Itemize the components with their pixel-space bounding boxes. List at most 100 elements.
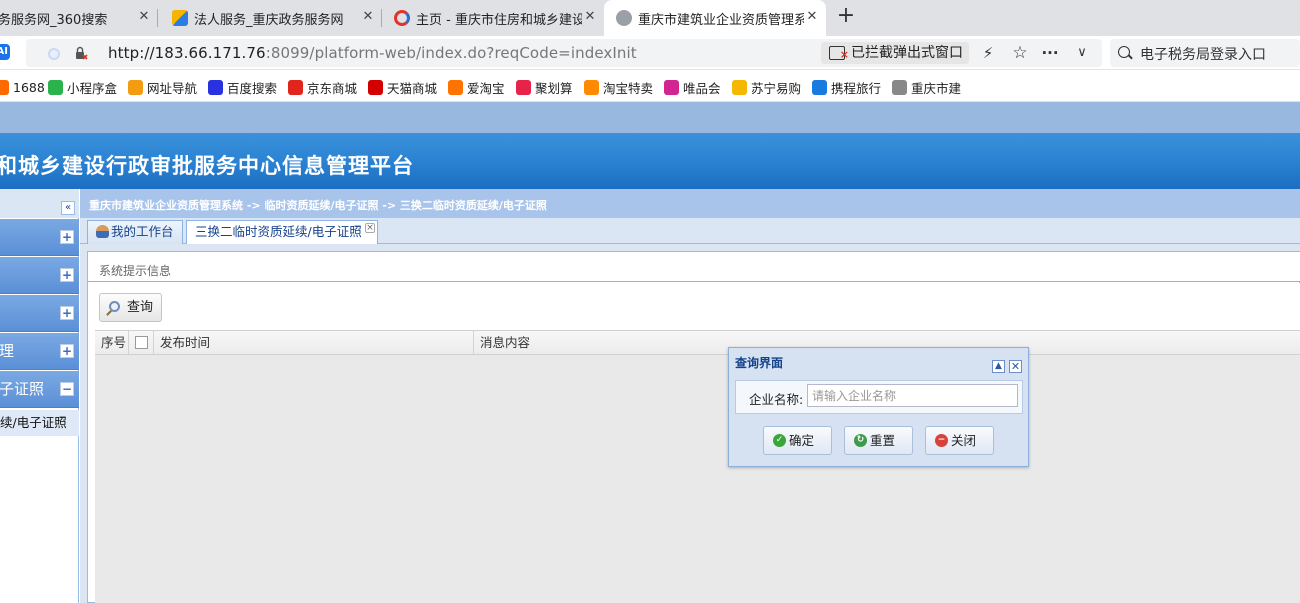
bookmark-label: 京东商城	[307, 80, 358, 96]
column-header-checkbox[interactable]	[129, 331, 154, 354]
tab-close-icon[interactable]: ✕	[360, 9, 376, 25]
system-message-panel: 系统提示信息 查询 序号 发布时间 消息内容	[87, 251, 1300, 603]
collapse-icon[interactable]: «	[61, 201, 75, 215]
tab-close-icon[interactable]: ✕	[582, 9, 598, 25]
bookmark-label: 网址导航	[147, 80, 198, 96]
bookmark-item[interactable]: 网址导航	[128, 78, 197, 96]
browser-tab-legal-service[interactable]: 法人服务_重庆政务服务网 ✕	[160, 0, 382, 36]
suning-icon	[732, 79, 747, 95]
tab-close-icon[interactable]: ✕	[804, 9, 820, 25]
more-icon[interactable]: ···	[1038, 42, 1062, 64]
collapse-section-icon[interactable]: −	[60, 382, 74, 396]
close-icon: −	[935, 434, 948, 447]
ctrip-icon	[812, 79, 827, 95]
nav-item-3[interactable]: +	[0, 295, 79, 332]
browser-tab-qualification-system[interactable]: 重庆市建筑业企业资质管理系 ✕	[604, 0, 826, 36]
content-tab-strip: 我的工作台 三换二临时资质延续/电子证照 ×	[80, 218, 1300, 245]
new-tab-button[interactable]: +	[835, 4, 857, 30]
tab-label: 我的工作台	[111, 224, 174, 239]
bookmark-label: 1688	[13, 79, 45, 95]
gov-service-icon	[172, 10, 188, 26]
site-info-icon[interactable]	[48, 48, 60, 60]
tab-my-workbench[interactable]: 我的工作台	[87, 220, 183, 244]
lightning-icon[interactable]: ⚡	[976, 42, 1000, 64]
chevron-down-icon[interactable]: ∨	[1070, 42, 1094, 64]
bookmark-item[interactable]: 淘宝特卖	[584, 78, 653, 96]
popup-blocked-label: 已拦截弹出式窗口	[851, 45, 963, 61]
ai-logo-icon[interactable]: AI	[0, 44, 10, 60]
bookmark-item[interactable]: 爱淘宝	[448, 78, 505, 96]
tab-title: 重庆市建筑业企业资质管理系	[638, 12, 808, 28]
globe-icon	[616, 10, 632, 26]
bookmarks-bar: 1688 小程序盒 网址导航 百度搜索 京东商城 天猫商城 爱淘宝 聚划算 淘宝特卖 唯品会 苏宁易…	[0, 71, 1300, 102]
bookmark-item[interactable]: 苏宁易购	[732, 78, 801, 96]
grid-body	[95, 355, 1300, 603]
column-header-index[interactable]: 序号	[95, 331, 129, 354]
bookmark-item[interactable]: 唯品会	[664, 78, 721, 96]
company-name-input[interactable]	[807, 384, 1018, 407]
popup-blocked-icon	[829, 44, 849, 66]
bookmark-item[interactable]: 1688	[0, 78, 45, 96]
confirm-button[interactable]: ✓ 确定	[763, 426, 832, 455]
close-icon[interactable]: ✕	[1009, 360, 1022, 373]
bookmark-label: 小程序盒	[67, 80, 118, 96]
close-button[interactable]: − 关闭	[925, 426, 994, 455]
check-icon: ✓	[773, 434, 786, 447]
nav-item-2[interactable]: +	[0, 257, 79, 294]
reset-button[interactable]: ↻ 重置	[844, 426, 913, 455]
expand-icon[interactable]: +	[60, 306, 74, 320]
column-header-publish-time[interactable]: 发布时间	[154, 331, 474, 354]
nav-item-5[interactable]: 子证照 −	[0, 371, 79, 408]
expand-icon[interactable]: +	[60, 268, 74, 282]
bookmark-item[interactable]: 携程旅行	[812, 78, 881, 96]
tab-separator	[157, 9, 158, 27]
tab-title: 主页 - 重庆市住房和城乡建设	[416, 12, 585, 28]
tab-label: 三换二临时资质延续/电子证照	[195, 224, 362, 239]
bookmark-label: 唯品会	[683, 80, 721, 96]
grid-toolbar: 查询	[88, 283, 1300, 330]
select-all-checkbox[interactable]	[135, 336, 148, 349]
expand-icon[interactable]: +	[60, 344, 74, 358]
browser-tab-360-search[interactable]: 务服务网_360搜索 ✕	[0, 0, 158, 36]
close-label: 关闭	[951, 433, 977, 448]
breadcrumb: 重庆市建筑业企业资质管理系统 -> 临时资质延续/电子证照 -> 三换二临时资质…	[89, 199, 547, 212]
bookmark-item[interactable]: 京东商城	[288, 78, 357, 96]
search-box[interactable]: 电子税务局登录入口	[1110, 39, 1300, 67]
url-box[interactable]: http://183.66.171.76:8099/platform-web/i…	[26, 39, 1102, 67]
bookmark-item[interactable]: 聚划算	[516, 78, 573, 96]
bookmark-label: 苏宁易购	[751, 80, 802, 96]
collapse-up-icon[interactable]: ▲	[992, 360, 1005, 373]
search-text: 电子税务局登录入口	[1140, 47, 1266, 63]
nav-item-1[interactable]: +	[0, 219, 79, 256]
bookmark-item[interactable]: 天猫商城	[368, 78, 437, 96]
bookmark-label: 聚划算	[535, 80, 573, 96]
content-area: 系统提示信息 查询 序号 发布时间 消息内容	[80, 244, 1300, 603]
tab-license-extension[interactable]: 三换二临时资质延续/电子证照 ×	[186, 220, 378, 245]
query-button-label: 查询	[127, 300, 154, 315]
nav-item-label: 理	[0, 342, 15, 360]
query-button[interactable]: 查询	[99, 293, 162, 322]
housing-logo-icon	[394, 10, 410, 26]
bookmark-item[interactable]: 小程序盒	[48, 78, 117, 96]
panel-header: 系统提示信息	[88, 252, 1300, 282]
company-name-label: 企业名称:	[749, 392, 804, 407]
popup-blocked-button[interactable]: 已拦截弹出式窗口	[821, 42, 969, 66]
expand-icon[interactable]: +	[60, 230, 74, 244]
insecure-icon[interactable]	[74, 46, 88, 60]
breadcrumb-bar: 重庆市建筑业企业资质管理系统 -> 临时资质延续/电子证照 -> 三换二临时资质…	[80, 189, 1300, 218]
bookmark-label: 重庆市建	[911, 80, 962, 96]
nav-item-4[interactable]: 理 +	[0, 333, 79, 370]
browser-tab-housing-home[interactable]: 主页 - 重庆市住房和城乡建设 ✕	[384, 0, 604, 36]
address-bar: AI http://183.66.171.76:8099/platform-we…	[0, 36, 1300, 70]
url-path: :8099/platform-web/index.do?reqCode=inde…	[265, 44, 637, 62]
url-text[interactable]: http://183.66.171.76:8099/platform-web/i…	[108, 44, 637, 62]
tab-close-icon[interactable]: ✕	[136, 9, 152, 25]
close-icon[interactable]: ×	[365, 223, 375, 233]
star-icon[interactable]: ☆	[1008, 42, 1032, 64]
bookmark-item[interactable]: 重庆市建	[892, 78, 961, 96]
nav-subitem-e-license[interactable]: 续/电子证照	[0, 410, 79, 436]
bookmark-label: 淘宝特卖	[603, 80, 654, 96]
bookmark-item[interactable]: 百度搜索	[208, 78, 277, 96]
tmall-icon	[368, 79, 383, 95]
url-host: http://183.66.171.76	[108, 44, 266, 62]
